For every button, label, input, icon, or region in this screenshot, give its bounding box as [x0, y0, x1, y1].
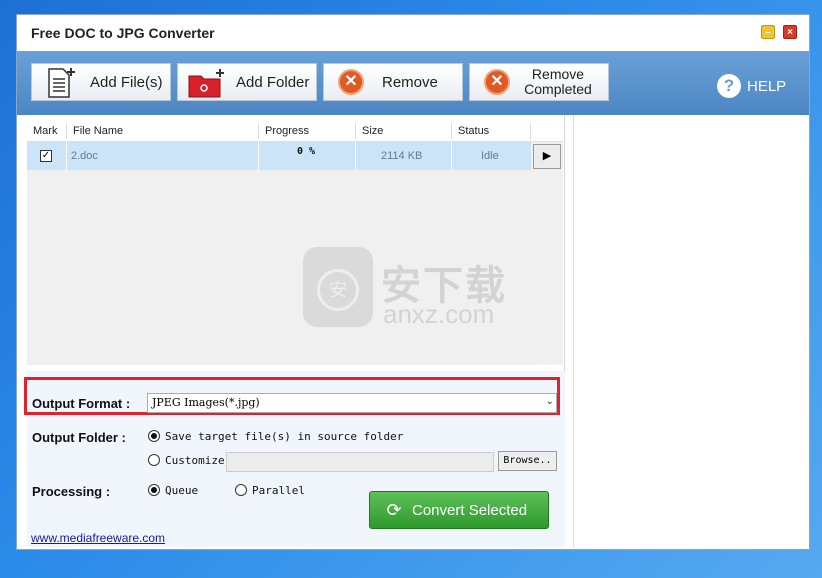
add-files-button[interactable]: Add File(s)	[31, 63, 171, 101]
queue-label[interactable]: Queue	[165, 484, 198, 497]
remove-completed-button[interactable]: ✕ Remove Completed	[469, 63, 609, 101]
options-panel: Output Format : JPEG Images(*.jpg) ⌄ Out…	[24, 371, 565, 547]
add-files-label: Add File(s)	[90, 73, 163, 91]
remove-icon: ✕	[338, 69, 364, 95]
close-button[interactable]: ×	[783, 25, 797, 39]
watermark: 安 安下载 anxz.com	[303, 247, 543, 337]
convert-selected-label: Convert Selected	[412, 501, 528, 519]
title-bar: Free DOC to JPG Converter – ×	[17, 15, 809, 51]
row-checkbox[interactable]: ✓	[40, 150, 52, 162]
processing-label: Processing :	[32, 484, 111, 499]
app-window: Free DOC to JPG Converter – × Add File(s…	[16, 14, 810, 550]
watermark-en-text: anxz.com	[383, 299, 495, 329]
parallel-label[interactable]: Parallel	[252, 484, 305, 497]
help-icon: ?	[717, 74, 741, 98]
help-button[interactable]: ? HELP	[717, 73, 786, 99]
column-header-file-name[interactable]: File Name	[73, 125, 123, 137]
custom-folder-input[interactable]	[226, 452, 494, 472]
add-file-icon	[48, 68, 75, 98]
website-link[interactable]: www.mediafreeware.com	[31, 531, 165, 545]
column-header-mark[interactable]: Mark	[33, 125, 57, 137]
output-format-label: Output Format :	[32, 396, 131, 411]
output-folder-label: Output Folder :	[32, 430, 126, 445]
remove-completed-label-line1: Remove	[531, 66, 585, 82]
table-header: Mark File Name Progress Size Status	[27, 121, 563, 142]
save-in-source-label[interactable]: Save target file(s) in source folder	[165, 430, 403, 443]
row-status: Idle	[481, 150, 499, 162]
row-size: 2114 KB	[381, 150, 423, 162]
row-file-name: 2.doc	[71, 150, 98, 162]
save-in-source-radio[interactable]	[148, 430, 160, 442]
output-format-select[interactable]: JPEG Images(*.jpg) ⌄	[147, 393, 557, 413]
watermark-shield-icon: 安	[303, 247, 373, 327]
refresh-icon: ⟳	[386, 500, 402, 520]
add-folder-label: Add Folder	[236, 73, 310, 91]
output-format-value: JPEG Images(*.jpg)	[152, 396, 260, 409]
customize-label[interactable]: Customize	[165, 454, 225, 467]
remove-completed-icon: ✕	[484, 69, 510, 95]
column-header-status[interactable]: Status	[458, 125, 489, 137]
chevron-down-icon[interactable]: ⌄	[546, 396, 554, 407]
remove-completed-label-line2: Completed	[524, 81, 592, 97]
convert-selected-button[interactable]: ⟳ Convert Selected	[369, 491, 549, 529]
file-table[interactable]: Mark File Name Progress Size Status ✓ 2.…	[27, 121, 563, 365]
parallel-radio[interactable]	[235, 484, 247, 496]
play-button[interactable]: ▶	[533, 144, 561, 169]
watermark-shield-glyph: 安	[317, 269, 359, 311]
toolbar: Add File(s) Add Folder ✕ Remove ✕ Remove…	[17, 51, 809, 115]
add-folder-button[interactable]: Add Folder	[177, 63, 317, 101]
add-folder-icon	[188, 69, 224, 98]
minimize-button[interactable]: –	[761, 25, 775, 39]
remove-button[interactable]: ✕ Remove	[323, 63, 463, 101]
help-label: HELP	[747, 77, 787, 95]
column-header-size[interactable]: Size	[362, 125, 383, 137]
table-row[interactable]: ✓ 2.doc 0 % 2114 KB Idle	[27, 142, 531, 170]
queue-radio[interactable]	[148, 484, 160, 496]
right-panel	[573, 115, 809, 547]
row-progress: 0 %	[297, 146, 316, 157]
customize-radio[interactable]	[148, 454, 160, 466]
browse-button[interactable]: Browse..	[498, 451, 557, 471]
column-header-progress[interactable]: Progress	[265, 125, 309, 137]
app-title: Free DOC to JPG Converter	[31, 25, 215, 41]
remove-label: Remove	[382, 73, 438, 91]
